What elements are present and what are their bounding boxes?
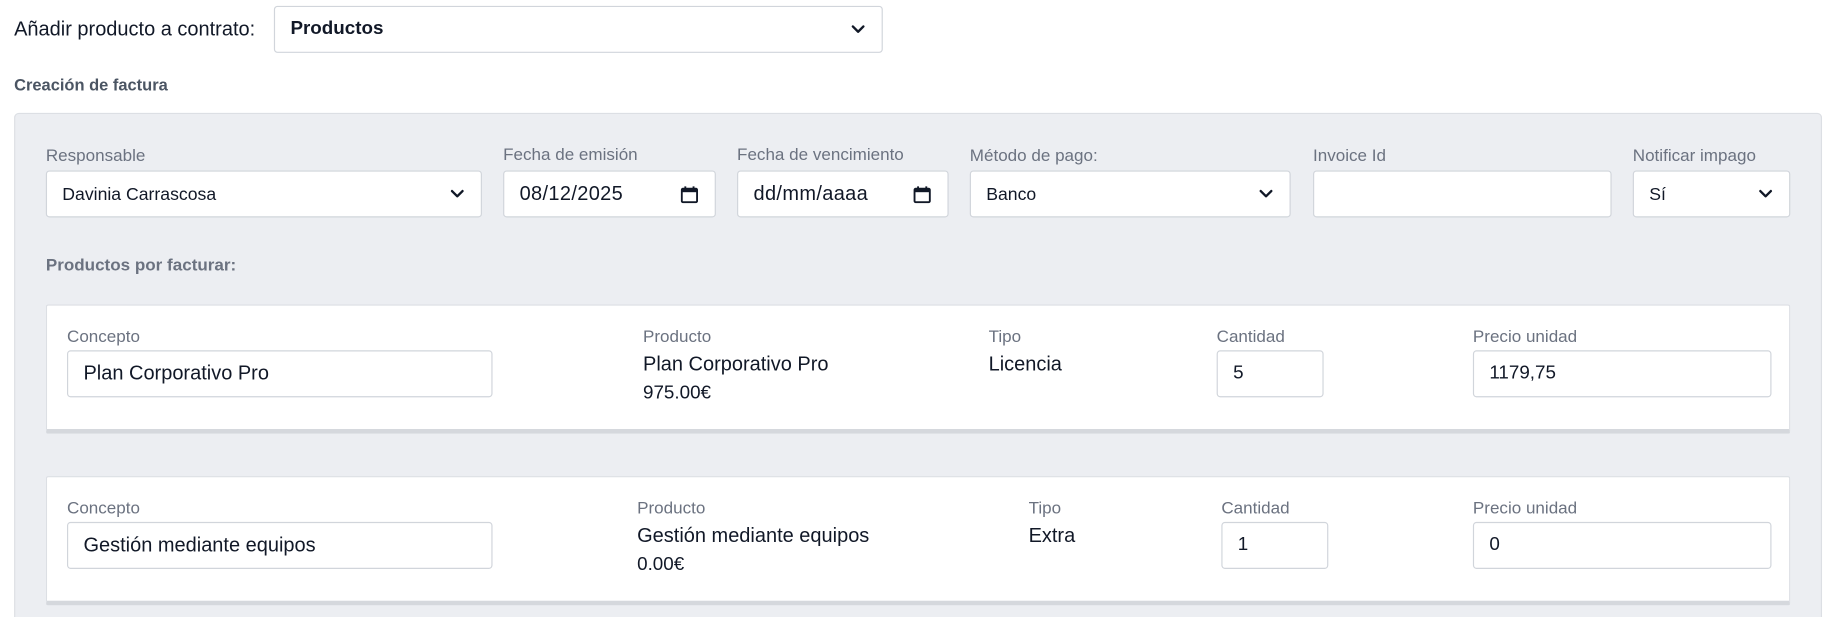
concept-input[interactable]: Gestión mediante equipos (67, 521, 493, 569)
responsable-value: Davinia Carrascosa (62, 183, 217, 204)
product-select[interactable]: Productos (273, 5, 883, 53)
payment-method-select[interactable]: Banco (969, 170, 1291, 218)
notify-unpaid-label: Notificar impago (1632, 146, 1756, 166)
chevron-down-icon (851, 25, 865, 33)
chevron-down-icon (1259, 189, 1273, 198)
calendar-icon[interactable] (913, 186, 931, 204)
due-date-input[interactable]: dd/mm/aaaa (737, 170, 949, 218)
concept-value: Plan Corporativo Pro (83, 362, 269, 385)
notify-unpaid-value: Sí (1649, 183, 1666, 204)
products-heading: Productos por facturar: (45, 256, 237, 276)
product-name: Gestión mediante equipos (637, 524, 870, 547)
unit-price-input[interactable]: 1179,75 (1472, 350, 1772, 398)
due-date-label: Fecha de vencimiento (737, 145, 904, 165)
add-product-row: Añadir producto a contrato: Productos (14, 5, 883, 53)
type-label: Tipo (1028, 499, 1062, 519)
product-label: Producto (637, 499, 706, 519)
invoice-id-input[interactable] (1313, 170, 1612, 218)
quantity-label: Cantidad (1221, 499, 1290, 519)
product-card: Concepto Plan Corporativo Pro Producto P… (45, 304, 1791, 434)
type-value: Licencia (988, 352, 1062, 375)
payment-method-value: Banco (986, 183, 1037, 204)
quantity-input[interactable]: 1 (1221, 521, 1329, 569)
responsable-label: Responsable (45, 146, 146, 166)
chevron-down-icon (1759, 189, 1773, 198)
concept-label: Concepto (67, 327, 140, 347)
unit-price-input[interactable]: 0 (1472, 521, 1772, 569)
product-card: Concepto Gestión mediante equipos Produc… (45, 476, 1791, 606)
product-select-value: Productos (290, 18, 384, 39)
unit-price-label: Precio unidad (1472, 327, 1578, 347)
due-date-value: dd/mm/aaaa (753, 182, 869, 205)
payment-method-label: Método de pago: (969, 146, 1098, 166)
responsable-select[interactable]: Davinia Carrascosa (45, 170, 482, 218)
type-value: Extra (1028, 524, 1076, 547)
product-price: 975.00€ (642, 383, 711, 404)
add-product-label: Añadir producto a contrato: (14, 17, 256, 40)
concept-label: Concepto (67, 499, 140, 519)
invoice-id-label: Invoice Id (1313, 146, 1387, 166)
unit-price-value: 1179,75 (1489, 363, 1556, 384)
issue-date-value: 08/12/2025 (519, 182, 624, 205)
calendar-icon[interactable] (680, 186, 699, 204)
type-label: Tipo (988, 327, 1022, 347)
notify-unpaid-select[interactable]: Sí (1632, 170, 1791, 218)
invoice-creation-title: Creación de factura (14, 75, 168, 95)
issue-date-label: Fecha de emisión (503, 145, 638, 165)
product-label: Producto (642, 327, 712, 347)
quantity-value: 1 (1237, 534, 1249, 555)
unit-price-value: 0 (1489, 534, 1500, 555)
product-name: Plan Corporativo Pro (642, 352, 829, 375)
concept-value: Gestión mediante equipos (83, 533, 316, 557)
chevron-down-icon (450, 189, 464, 198)
quantity-input[interactable]: 5 (1216, 350, 1324, 398)
quantity-value: 5 (1233, 363, 1244, 384)
product-price: 0.00€ (637, 554, 685, 575)
issue-date-input[interactable]: 08/12/2025 (503, 170, 716, 218)
invoice-panel: Responsable Davinia Carrascosa Fecha de … (14, 112, 1823, 617)
concept-input[interactable]: Plan Corporativo Pro (67, 350, 493, 398)
unit-price-label: Precio unidad (1472, 499, 1578, 519)
quantity-label: Cantidad (1216, 327, 1285, 347)
